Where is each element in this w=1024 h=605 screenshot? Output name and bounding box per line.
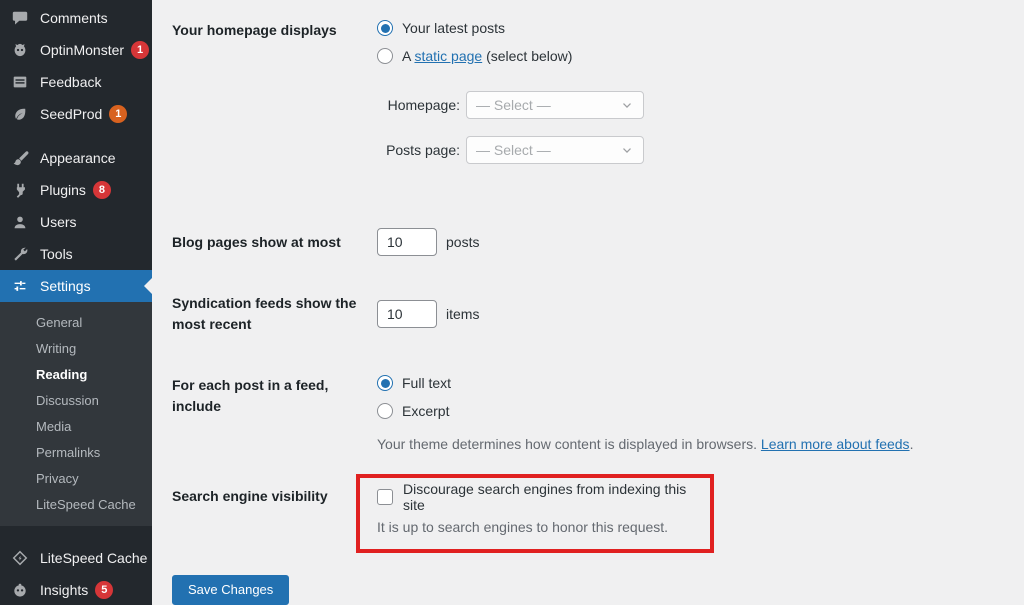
full-text-label: Full text xyxy=(402,375,451,391)
feed-note: Your theme determines how content is dis… xyxy=(377,434,913,454)
sidebar-item-label: Users xyxy=(40,214,77,230)
discourage-indexing-label: Discourage search engines from indexing … xyxy=(403,481,696,513)
optinmonster-icon xyxy=(8,41,32,59)
discourage-indexing-option: Discourage search engines from indexing … xyxy=(377,486,696,508)
sidebar-item-seedprod[interactable]: SeedProd 1 xyxy=(0,98,152,130)
sidebar-item-litespeed-cache[interactable]: LiteSpeed Cache xyxy=(0,542,152,574)
full-text-option: Full text xyxy=(377,372,913,394)
optinmonster-count-badge: 1 xyxy=(131,41,149,59)
excerpt-radio[interactable] xyxy=(377,403,393,419)
red-highlight-annotation: Discourage search engines from indexing … xyxy=(356,474,714,553)
sidebar-bottom-group: LiteSpeed Cache Insights 5 xyxy=(0,542,152,605)
syndication-input[interactable] xyxy=(377,300,437,328)
static-page-suffix: (select below) xyxy=(482,48,572,64)
sidebar-item-tools[interactable]: Tools xyxy=(0,238,152,270)
submenu-item-litespeed-cache[interactable]: LiteSpeed Cache xyxy=(0,492,152,518)
submenu-item-privacy[interactable]: Privacy xyxy=(0,466,152,492)
syndication-unit: items xyxy=(446,306,479,322)
search-visibility-row: Search engine visibility Discourage sear… xyxy=(172,474,1024,553)
sidebar-item-feedback[interactable]: Feedback xyxy=(0,66,152,98)
search-visibility-note: It is up to search engines to honor this… xyxy=(377,517,696,537)
sidebar-item-label: Tools xyxy=(40,246,73,262)
sidebar-item-label: Comments xyxy=(40,10,108,26)
syndication-row: Syndication feeds show the most recent i… xyxy=(172,293,1024,335)
latest-posts-radio[interactable] xyxy=(377,20,393,36)
sidebar-item-label: Settings xyxy=(40,278,91,294)
sidebar-item-appearance[interactable]: Appearance xyxy=(0,142,152,174)
posts-page-select[interactable]: — Select — xyxy=(466,136,644,164)
discourage-indexing-checkbox[interactable] xyxy=(377,489,393,505)
appearance-icon xyxy=(8,149,32,167)
posts-page-select-label: Posts page: xyxy=(377,142,460,158)
static-page-radio[interactable] xyxy=(377,48,393,64)
homepage-select[interactable]: — Select — xyxy=(466,91,644,119)
feedback-icon xyxy=(8,73,32,91)
submenu-item-permalinks[interactable]: Permalinks xyxy=(0,440,152,466)
reading-settings-form: Your homepage displays Your latest posts… xyxy=(152,0,1024,605)
sidebar-item-label: Appearance xyxy=(40,150,116,166)
sidebar-item-users[interactable]: Users xyxy=(0,206,152,238)
search-visibility-label: Search engine visibility xyxy=(172,474,377,507)
sidebar-item-comments[interactable]: Comments xyxy=(0,2,152,34)
static-page-link[interactable]: static page xyxy=(414,48,482,64)
homepage-displays-row: Your homepage displays Your latest posts… xyxy=(172,17,1024,181)
seedprod-count-badge: 1 xyxy=(109,105,127,123)
wordpress-admin: Comments OptinMonster 1 Feedback SeedPro… xyxy=(0,0,1024,605)
blog-pages-input[interactable] xyxy=(377,228,437,256)
homepage-select-row: Homepage: — Select — xyxy=(377,91,644,119)
seedprod-icon xyxy=(8,105,32,123)
excerpt-option: Excerpt xyxy=(377,400,913,422)
homepage-displays-label: Your homepage displays xyxy=(172,17,377,41)
sidebar-item-optinmonster[interactable]: OptinMonster 1 xyxy=(0,34,152,66)
sidebar-separator xyxy=(0,130,152,142)
comments-icon xyxy=(8,9,32,27)
posts-page-select-value: — Select — xyxy=(476,142,551,158)
sidebar-item-label: Plugins xyxy=(40,182,86,198)
settings-icon xyxy=(8,277,32,295)
syndication-label: Syndication feeds show the most recent xyxy=(172,293,377,335)
homepage-select-label: Homepage: xyxy=(377,97,460,113)
submenu-item-media[interactable]: Media xyxy=(0,414,152,440)
static-page-option: A static page (select below) xyxy=(377,45,644,67)
litespeed-icon xyxy=(8,549,32,567)
plugins-icon xyxy=(8,181,32,199)
latest-posts-option: Your latest posts xyxy=(377,17,644,39)
sidebar-item-insights[interactable]: Insights 5 xyxy=(0,574,152,605)
chevron-down-icon xyxy=(620,98,634,112)
feed-content-row: For each post in a feed, include Full te… xyxy=(172,372,1024,454)
blog-pages-label: Blog pages show at most xyxy=(172,232,377,253)
homepage-select-value: — Select — xyxy=(476,97,551,113)
users-icon xyxy=(8,213,32,231)
sidebar-item-label: OptinMonster xyxy=(40,42,124,58)
insights-icon xyxy=(8,581,32,599)
sidebar-item-label: Insights xyxy=(40,582,88,598)
settings-submenu: General Writing Reading Discussion Media… xyxy=(0,302,152,526)
sidebar-item-settings[interactable]: Settings xyxy=(0,270,152,302)
sidebar-item-label: Feedback xyxy=(40,74,101,90)
posts-page-select-row: Posts page: — Select — xyxy=(377,136,644,164)
learn-more-feeds-link[interactable]: Learn more about feeds xyxy=(761,436,910,452)
plugins-count-badge: 8 xyxy=(93,181,111,199)
static-page-prefix: A xyxy=(402,48,414,64)
blog-pages-row: Blog pages show at most posts xyxy=(172,228,1024,256)
latest-posts-label: Your latest posts xyxy=(402,20,505,36)
full-text-radio[interactable] xyxy=(377,375,393,391)
sidebar-item-label: SeedProd xyxy=(40,106,102,122)
submenu-item-reading[interactable]: Reading xyxy=(0,362,152,388)
admin-sidebar: Comments OptinMonster 1 Feedback SeedPro… xyxy=(0,0,152,605)
feed-content-label: For each post in a feed, include xyxy=(172,372,377,417)
sidebar-item-label: LiteSpeed Cache xyxy=(40,550,147,566)
tools-icon xyxy=(8,245,32,263)
excerpt-label: Excerpt xyxy=(402,403,449,419)
submenu-item-writing[interactable]: Writing xyxy=(0,336,152,362)
save-changes-button[interactable]: Save Changes xyxy=(172,575,289,605)
submenu-item-discussion[interactable]: Discussion xyxy=(0,388,152,414)
blog-pages-unit: posts xyxy=(446,234,479,250)
sidebar-item-plugins[interactable]: Plugins 8 xyxy=(0,174,152,206)
submenu-item-general[interactable]: General xyxy=(0,310,152,336)
chevron-down-icon xyxy=(620,143,634,157)
insights-count-badge: 5 xyxy=(95,581,113,599)
